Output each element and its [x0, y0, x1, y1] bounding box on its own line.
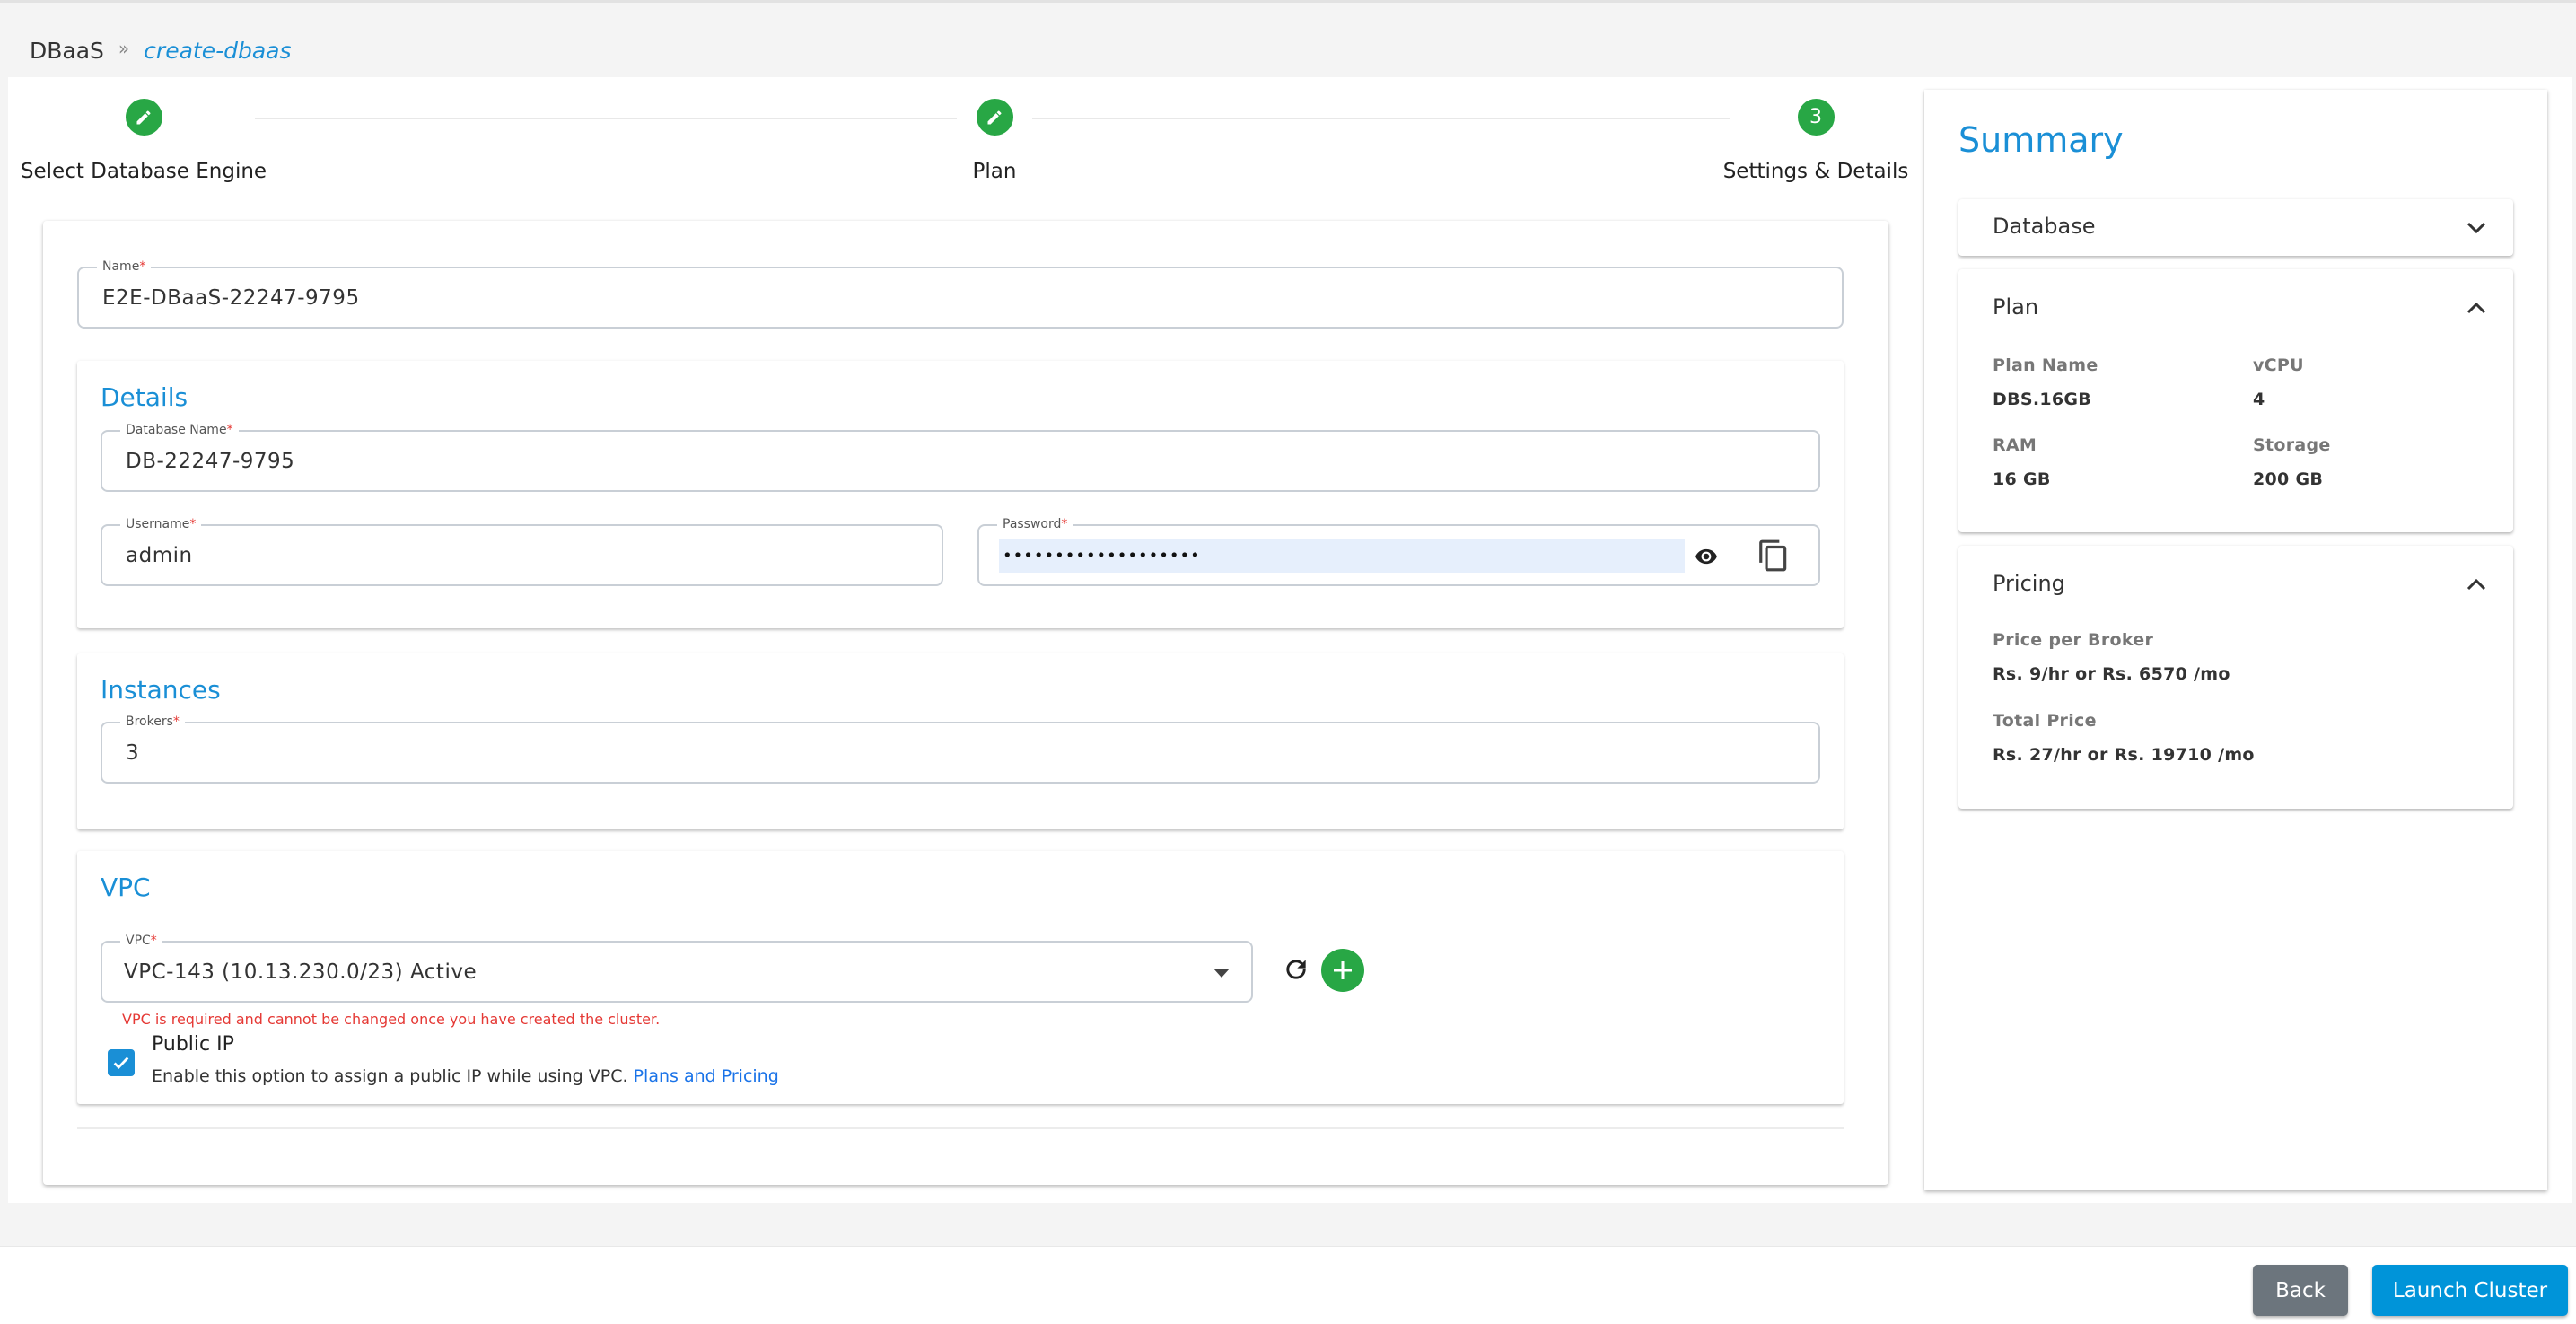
vpc-select[interactable]: VPC* VPC-143 (10.13.230.0/23) Active: [101, 932, 1253, 1003]
vpc-title: VPC: [101, 872, 151, 902]
step-completed-badge: [125, 99, 162, 136]
breadcrumb-root-link[interactable]: DBaaS: [30, 38, 104, 64]
breadcrumb-separator-icon: »: [118, 37, 130, 59]
summary-database-accordion[interactable]: Database: [1958, 199, 2513, 256]
check-icon: [113, 1057, 129, 1070]
database-name-input[interactable]: DB-22247-9795: [126, 450, 294, 473]
chevron-up-icon[interactable]: [2466, 578, 2486, 591]
pencil-icon: [136, 110, 151, 124]
stepper-connector: [255, 118, 957, 119]
pencil-icon: [987, 110, 1002, 124]
ram-value: 16 GB: [1993, 469, 2051, 489]
accordion-title: Database: [1993, 214, 2096, 239]
summary-panel: Summary Database Plan Plan Name DBS.16GB…: [1924, 90, 2547, 1190]
vpc-section: VPC VPC* VPC-143 (10.13.230.0/23) Active…: [77, 851, 1844, 1104]
breadcrumb-current: create-dbaas: [144, 38, 292, 64]
name-input[interactable]: E2E-DBaaS-22247-9795: [102, 286, 360, 310]
step-number-badge: 3: [1797, 99, 1835, 136]
back-button[interactable]: Back: [2253, 1265, 2348, 1316]
dropdown-arrow-icon: [1214, 969, 1230, 978]
vcpu-value: 4: [2253, 390, 2265, 409]
breadcrumb: DBaaS » create-dbaas: [30, 37, 292, 65]
plans-and-pricing-link[interactable]: Plans and Pricing: [634, 1066, 779, 1086]
password-field[interactable]: Password* •••••••••••••••••••: [977, 515, 1820, 586]
step-completed-badge: [976, 99, 1013, 136]
eye-icon: [1695, 548, 1717, 565]
username-input[interactable]: admin: [126, 544, 193, 567]
name-field[interactable]: Name* E2E-DBaaS-22247-9795: [77, 258, 1844, 329]
plan-name-value: DBS.16GB: [1993, 390, 2092, 409]
copy-icon: [1759, 539, 1787, 572]
form-divider: [77, 1127, 1844, 1129]
password-label: Password*: [997, 515, 1073, 533]
stepper-connector: [1032, 118, 1730, 119]
chevron-down-icon: [2466, 222, 2486, 234]
step-label: Settings & Details: [1722, 160, 1909, 183]
chevron-up-icon[interactable]: [2466, 302, 2486, 314]
summary-pricing-accordion: Pricing Price per Broker Rs. 9/hr or Rs.…: [1958, 546, 2513, 809]
summary-title: Summary: [1958, 120, 2124, 160]
name-label: Name*: [97, 258, 152, 276]
plan-name-label: Plan Name: [1993, 355, 2098, 375]
username-label: Username*: [120, 515, 202, 533]
brokers-input[interactable]: 3: [126, 741, 139, 765]
step-select-database-engine[interactable]: Select Database Engine: [21, 99, 267, 183]
refresh-vpc-button[interactable]: [1278, 951, 1314, 987]
add-circle-icon: [1334, 961, 1352, 979]
ram-label: RAM: [1993, 435, 2037, 455]
footer-bar: Back Launch Cluster: [0, 1246, 2576, 1324]
instances-title: Instances: [101, 675, 221, 705]
public-ip-checkbox[interactable]: [108, 1049, 135, 1076]
details-title: Details: [101, 382, 188, 412]
add-vpc-button[interactable]: [1321, 949, 1364, 992]
total-price-value: Rs. 27/hr or Rs. 19710 /mo: [1993, 745, 2255, 765]
accordion-title[interactable]: Pricing: [1993, 571, 2065, 596]
instances-section: Instances Brokers* 3: [77, 653, 1844, 829]
password-input[interactable]: •••••••••••••••••••: [1003, 546, 1201, 565]
launch-cluster-button[interactable]: Launch Cluster: [2372, 1265, 2568, 1316]
refresh-icon: [1286, 960, 1306, 979]
brokers-field[interactable]: Brokers* 3: [101, 713, 1820, 784]
step-settings-details[interactable]: 3 Settings & Details: [1723, 99, 1908, 183]
price-per-broker-value: Rs. 9/hr or Rs. 6570 /mo: [1993, 664, 2230, 684]
step-plan[interactable]: Plan: [905, 99, 1084, 183]
accordion-title[interactable]: Plan: [1993, 294, 2038, 320]
top-border: [0, 0, 2576, 3]
public-ip-title: Public IP: [152, 1033, 234, 1056]
brokers-label: Brokers*: [120, 713, 185, 731]
vpc-selected-value: VPC-143 (10.13.230.0/23) Active: [124, 960, 478, 984]
details-section: Details Database Name* DB-22247-9795 Use…: [77, 361, 1844, 628]
price-per-broker-label: Price per Broker: [1993, 630, 2154, 650]
settings-form-card: Name* E2E-DBaaS-22247-9795 Details Datab…: [43, 221, 1888, 1185]
step-label: Select Database Engine: [20, 160, 267, 183]
summary-plan-accordion: Plan Plan Name DBS.16GB vCPU 4 RAM 16 GB…: [1958, 269, 2513, 532]
copy-password-button[interactable]: [1753, 535, 1794, 576]
username-field[interactable]: Username* admin: [101, 515, 943, 586]
vcpu-label: vCPU: [2253, 355, 2304, 375]
toggle-password-visibility-button[interactable]: [1688, 539, 1724, 574]
step-label: Plan: [972, 160, 1017, 183]
database-name-label: Database Name*: [120, 421, 239, 439]
vpc-helper-error: VPC is required and cannot be changed on…: [122, 1011, 661, 1028]
total-price-label: Total Price: [1993, 711, 2097, 731]
database-name-field[interactable]: Database Name* DB-22247-9795: [101, 421, 1820, 492]
vpc-label: VPC*: [120, 932, 162, 950]
storage-value: 200 GB: [2253, 469, 2324, 489]
storage-label: Storage: [2253, 435, 2331, 455]
public-ip-description: Enable this option to assign a public IP…: [152, 1066, 779, 1086]
